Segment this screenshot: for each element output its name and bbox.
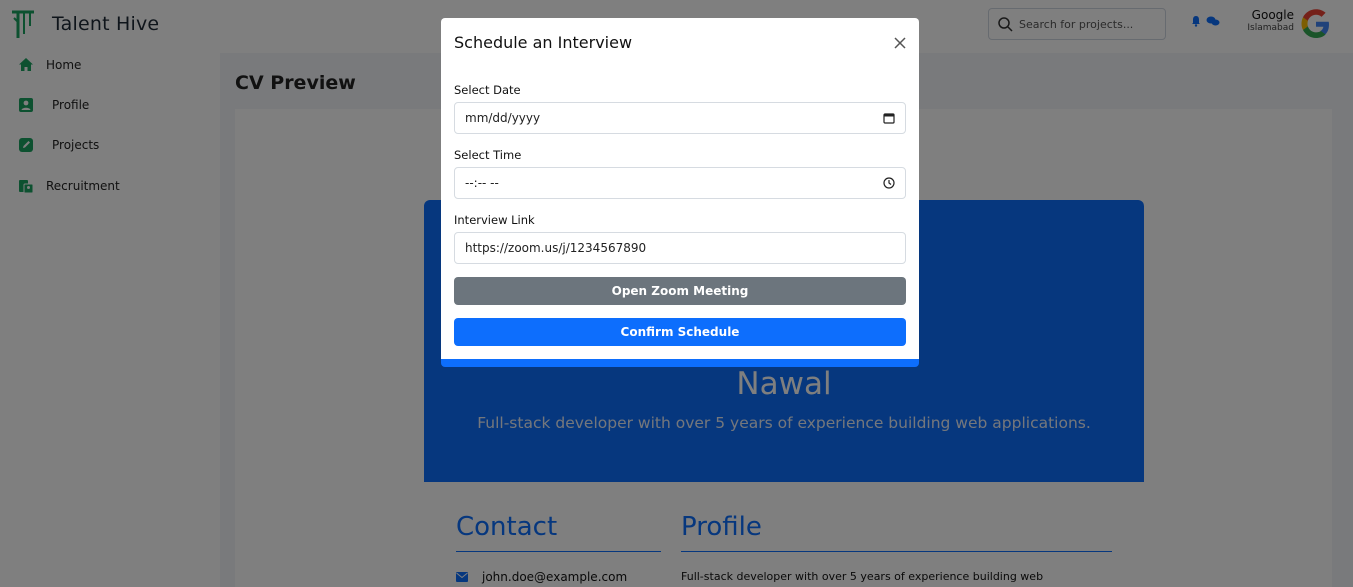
open-zoom-button[interactable]: Open Zoom Meeting (454, 277, 906, 305)
schedule-interview-modal: Schedule an Interview Select Date mm/dd/… (441, 18, 919, 367)
interview-link-value: https://zoom.us/j/1234567890 (465, 241, 647, 255)
time-label: Select Time (454, 148, 522, 162)
confirm-schedule-button[interactable]: Confirm Schedule (454, 318, 906, 346)
clock-icon[interactable] (883, 177, 895, 189)
modal-title: Schedule an Interview (454, 33, 633, 52)
date-input[interactable]: mm/dd/yyyy (454, 102, 906, 134)
link-label: Interview Link (454, 213, 535, 227)
date-placeholder: mm/dd/yyyy (465, 111, 541, 125)
time-input[interactable]: --:-- -- (454, 167, 906, 199)
close-icon[interactable] (892, 35, 908, 51)
calendar-icon[interactable] (883, 112, 895, 124)
interview-link-input[interactable]: https://zoom.us/j/1234567890 (454, 232, 906, 264)
date-label: Select Date (454, 83, 521, 97)
time-placeholder: --:-- -- (465, 176, 499, 190)
